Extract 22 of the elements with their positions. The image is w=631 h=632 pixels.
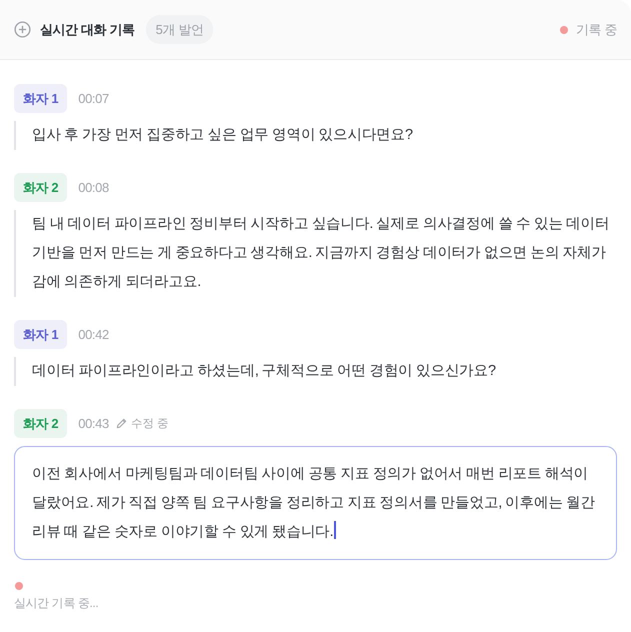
recording-dot-icon — [15, 582, 23, 590]
message-text: 데이터 파이프라인이라고 하셨는데, 구체적으로 어떤 경험이 있으신가요? — [14, 357, 617, 386]
speaker-badge: 화자 1 — [14, 84, 68, 113]
timestamp: 00:07 — [78, 91, 109, 106]
timestamp: 00:43 — [78, 416, 109, 431]
timestamp: 00:08 — [78, 180, 109, 195]
recording-status: 기록 중 — [576, 20, 617, 38]
header-title: 실시간 대화 기록 — [40, 20, 135, 38]
editing-label: 수정 중 — [130, 417, 168, 431]
speaker-badge: 화자 2 — [14, 173, 68, 202]
speaker-badge: 화자 1 — [14, 320, 68, 349]
message-text: 입사 후 가장 먼저 집중하고 싶은 업무 영역이 있으시다면요? — [14, 121, 617, 150]
timestamp: 00:42 — [78, 327, 109, 342]
plus-circle-icon[interactable] — [14, 21, 31, 38]
count-badge: 5개 발언 — [146, 15, 214, 44]
recording-dot-icon — [560, 26, 568, 34]
message-text: 팀 내 데이터 파이프라인 정비부터 시작하고 싶습니다. 실제로 의사결정에 쓸 수 있는 데이터 기반을 먼저 만드는 게 중요하다고 생각해요. 지금까지 경험상 데이터가 없으면 논의 자체가 감에 의존하게 되더라고요. — [14, 210, 617, 297]
pencil-icon — [116, 418, 127, 429]
message-edit-field[interactable]: 이전 회사에서 마케팅팀과 데이터팀 사이에 공통 지표 정의가 없어서 매번 리포트 해석이 달랐어요. 제가 직접 양쪽 팀 요구사항을 정리하고 지표 정의서를 만들었고, 이후에는 월간 리뷰 때 같은 숫자로 이야기할 수 있게 됐습니다. — [14, 446, 617, 560]
speaker-badge: 화자 2 — [14, 409, 68, 438]
text-cursor — [334, 521, 336, 539]
recording-status: 실시간 기록 중... — [14, 595, 98, 612]
